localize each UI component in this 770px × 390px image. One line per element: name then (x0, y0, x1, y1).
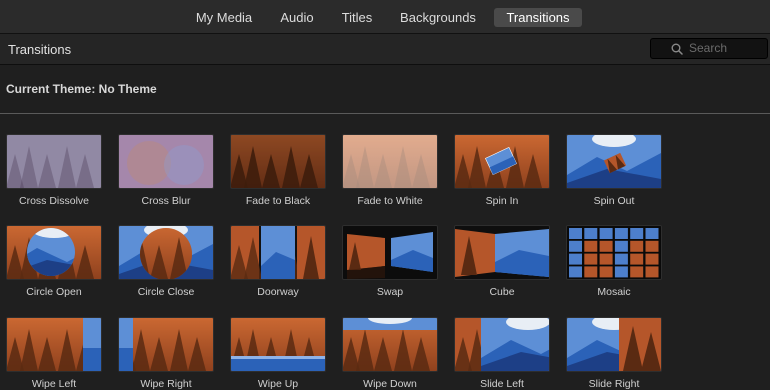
circle-open-icon (7, 226, 101, 279)
transition-label: Cross Dissolve (18, 195, 89, 207)
tab-my-media[interactable]: My Media (186, 8, 262, 27)
transition-tile[interactable]: Circle Close (118, 225, 214, 298)
slide-left-icon (455, 318, 549, 371)
search-field[interactable]: Search (650, 38, 768, 59)
transition-tile[interactable]: Wipe Down (342, 317, 438, 390)
transition-tile[interactable]: Fade to Black (230, 134, 326, 207)
transition-tile[interactable]: Mosaic (566, 225, 662, 298)
slide-right-thumbnail (566, 317, 662, 372)
transition-tile[interactable]: Slide Left (454, 317, 550, 390)
transition-tile[interactable]: Spin In (454, 134, 550, 207)
transition-label: Wipe Right (140, 378, 192, 390)
browser-header: Transitions Search (0, 34, 770, 65)
tab-transitions[interactable]: Transitions (494, 8, 582, 27)
transition-tile[interactable]: Wipe Up (230, 317, 326, 390)
transition-label: Slide Left (480, 378, 524, 390)
tab-audio[interactable]: Audio (274, 8, 320, 27)
circle-open-thumbnail (6, 225, 102, 280)
transition-tile[interactable]: Doorway (230, 225, 326, 298)
cross-dissolve-icon (7, 135, 101, 188)
circle-close-thumbnail (118, 225, 214, 280)
transition-label: Doorway (257, 286, 299, 298)
wipe-down-icon (343, 318, 437, 371)
circle-close-icon (119, 226, 213, 279)
mosaic-icon (567, 226, 661, 279)
transition-label: Fade to White (357, 195, 423, 207)
wipe-down-thumbnail (342, 317, 438, 372)
transition-label: Spin Out (593, 195, 635, 207)
spin-in-thumbnail (454, 134, 550, 189)
transition-tile[interactable]: Slide Right (566, 317, 662, 390)
spin-out-icon (567, 135, 661, 188)
wipe-left-icon (7, 318, 101, 371)
transition-label: Circle Close (137, 286, 195, 298)
wipe-up-thumbnail (230, 317, 326, 372)
transition-tile[interactable]: Cross Dissolve (6, 134, 102, 207)
swap-thumbnail (342, 225, 438, 280)
transition-tile[interactable]: Wipe Left (6, 317, 102, 390)
transition-tile[interactable]: Cube (454, 225, 550, 298)
transition-tile[interactable]: Swap (342, 225, 438, 298)
doorway-thumbnail (230, 225, 326, 280)
transition-tile[interactable]: Circle Open (6, 225, 102, 298)
search-icon (671, 43, 683, 55)
current-theme-label: Current Theme: No Theme (6, 82, 157, 96)
cube-thumbnail (454, 225, 550, 280)
transition-tile[interactable]: Wipe Right (118, 317, 214, 390)
transition-label: Circle Open (26, 286, 82, 298)
tab-titles[interactable]: Titles (332, 8, 382, 27)
cross-blur-thumbnail (118, 134, 214, 189)
wipe-left-thumbnail (6, 317, 102, 372)
transition-label: Wipe Down (363, 378, 417, 390)
wipe-up-icon (231, 318, 325, 371)
fade-to-black-thumbnail (230, 134, 326, 189)
search-placeholder: Search (689, 41, 728, 55)
cube-icon (455, 226, 549, 279)
transition-label: Cube (489, 286, 515, 298)
transition-label: Slide Right (588, 378, 640, 390)
fade-to-white-icon (343, 135, 437, 188)
transition-label: Wipe Up (257, 378, 299, 390)
fade-to-black-icon (231, 135, 325, 188)
doorway-icon (231, 226, 325, 279)
page-title: Transitions (8, 42, 72, 57)
section-divider (0, 113, 770, 114)
swap-icon (343, 226, 437, 279)
browser-tab-bar: My Media Audio Titles Backgrounds Transi… (0, 0, 770, 34)
transition-label: Spin In (485, 195, 519, 207)
transition-label: Swap (376, 286, 404, 298)
transition-tile[interactable]: Fade to White (342, 134, 438, 207)
slide-left-thumbnail (454, 317, 550, 372)
wipe-right-icon (119, 318, 213, 371)
mosaic-thumbnail (566, 225, 662, 280)
transition-label: Mosaic (597, 286, 631, 298)
transition-tile[interactable]: Cross Blur (118, 134, 214, 207)
wipe-right-thumbnail (118, 317, 214, 372)
spin-in-icon (455, 135, 549, 188)
fade-to-white-thumbnail (342, 134, 438, 189)
transition-label: Wipe Left (31, 378, 77, 390)
transition-label: Cross Blur (141, 195, 191, 207)
transition-label: Fade to Black (245, 195, 311, 207)
cross-blur-icon (119, 135, 213, 188)
cross-dissolve-thumbnail (6, 134, 102, 189)
spin-out-thumbnail (566, 134, 662, 189)
transition-tile[interactable]: Spin Out (566, 134, 662, 207)
tab-backgrounds[interactable]: Backgrounds (394, 8, 482, 27)
slide-right-icon (567, 318, 661, 371)
